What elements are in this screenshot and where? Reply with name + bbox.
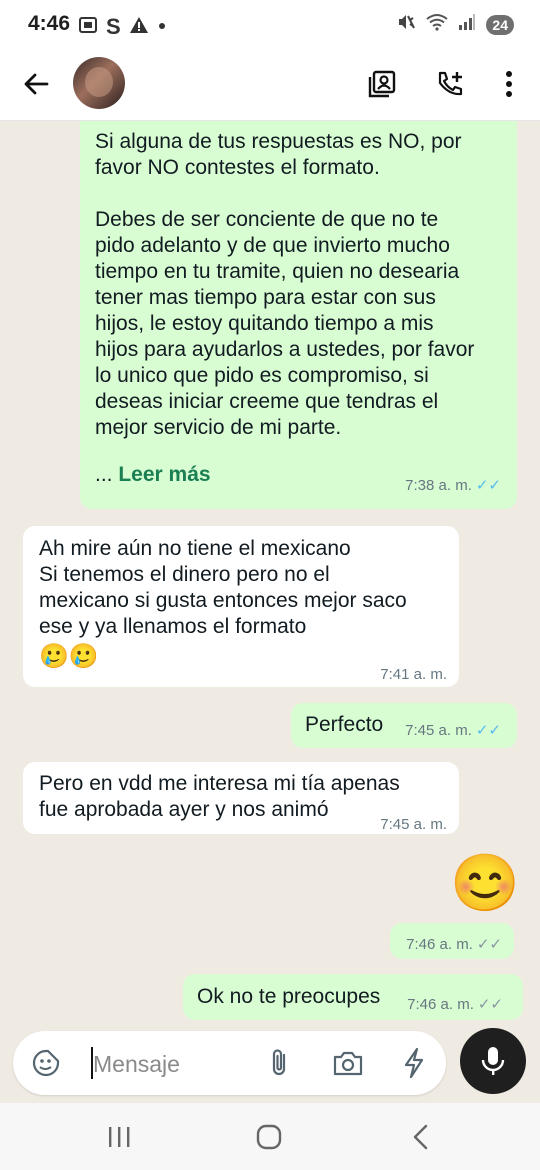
message-text: Ok no te preocupes xyxy=(197,985,381,1008)
message-time: 7:45 a. m. xyxy=(380,816,447,833)
back-arrow-icon[interactable] xyxy=(18,66,54,102)
message-line: lo unico que pido es compromiso, si xyxy=(95,364,429,387)
message-list[interactable]: Si alguna de tus respuestas es NO, por f… xyxy=(0,121,540,1029)
message-input[interactable]: Mensaje xyxy=(93,1051,180,1078)
message-line: Si alguna de tus respuestas es NO, por xyxy=(95,130,462,153)
message-line: fue aprobada ayer y nos animó xyxy=(39,798,329,821)
mic-icon[interactable] xyxy=(460,1028,526,1094)
message-line: Ah mire aún no tiene el mexicano xyxy=(39,537,351,560)
mute-icon xyxy=(396,12,416,37)
recents-icon[interactable] xyxy=(99,1119,139,1155)
warning-icon xyxy=(129,15,149,40)
message-composer[interactable]: Mensaje xyxy=(13,1031,446,1095)
back-icon[interactable] xyxy=(401,1119,441,1155)
s-icon: S xyxy=(106,14,121,39)
message-line: Debes de ser conciente de que no te xyxy=(95,208,439,231)
message-time: 7:46 a. m. xyxy=(407,996,474,1013)
message-outgoing[interactable]: Perfecto 7:45 a. m. ✓✓ xyxy=(291,703,517,748)
avatar[interactable] xyxy=(73,57,125,109)
message-line: hijos, le estoy quitando tiempo a mis xyxy=(95,312,434,335)
message-emoji: 🥲🥲 xyxy=(39,643,99,670)
contact-card-icon[interactable] xyxy=(362,64,402,104)
sticker-icon[interactable] xyxy=(31,1048,61,1083)
status-time: 4:46 xyxy=(28,12,71,35)
message-line: Pero en vdd me interesa mi tía apenas xyxy=(39,772,400,795)
lightning-icon[interactable] xyxy=(402,1047,426,1084)
read-ticks-icon: ✓✓ xyxy=(475,477,501,494)
attach-icon[interactable] xyxy=(267,1047,291,1084)
message-outgoing[interactable]: 7:46 a. m. ✓✓ xyxy=(390,923,514,959)
message-line: mejor servicio de mi parte. xyxy=(95,416,342,439)
read-more-link[interactable]: Leer más xyxy=(118,463,210,486)
message-line: mexicano si gusta entonces mejor saco xyxy=(39,589,407,612)
message-time: 7:41 a. m. xyxy=(380,666,447,683)
dot-icon xyxy=(157,18,167,36)
battery-indicator: 24 xyxy=(486,14,514,35)
delivered-ticks-icon: ✓✓ xyxy=(477,996,503,1013)
message-time: 7:46 a. m. xyxy=(406,936,473,953)
message-line: Si tenemos el dinero pero no el xyxy=(39,563,330,586)
system-nav-bar xyxy=(0,1103,540,1170)
message-line: tiempo en tu tramite, quien no desearia xyxy=(95,260,460,283)
message-text: Perfecto xyxy=(305,713,384,736)
add-call-icon[interactable] xyxy=(430,64,470,104)
read-more-ellipsis: ... xyxy=(95,463,113,486)
delivered-ticks-icon: ✓✓ xyxy=(476,936,502,953)
signal-icon xyxy=(458,13,476,36)
message-time: 7:45 a. m. xyxy=(405,722,472,739)
screenshot-icon xyxy=(78,15,98,40)
chat-header xyxy=(0,50,540,121)
read-ticks-icon: ✓✓ xyxy=(475,722,501,739)
message-incoming[interactable]: Ah mire aún no tiene el mexicano Si tene… xyxy=(23,526,459,687)
message-line: deseas iniciar creeme que tendras el xyxy=(95,390,439,413)
message-incoming[interactable]: Pero en vdd me interesa mi tía apenas fu… xyxy=(23,762,459,834)
home-icon[interactable] xyxy=(249,1119,289,1155)
message-line: hijos para ayudarlos a ustedes, por favo… xyxy=(95,338,475,361)
camera-icon[interactable] xyxy=(332,1048,364,1083)
message-line: pido adelanto y de que invierto mucho xyxy=(95,234,450,257)
status-bar: 4:46 S 24 xyxy=(0,0,540,50)
message-line: favor NO contestes el formato. xyxy=(95,156,380,179)
more-vert-icon[interactable] xyxy=(489,64,529,104)
message-outgoing[interactable]: Ok no te preocupes 7:46 a. m. ✓✓ xyxy=(183,974,523,1020)
message-line: ese y ya llenamos el formato xyxy=(39,615,307,638)
message-line xyxy=(95,181,474,207)
message-time: 7:38 a. m. xyxy=(405,477,472,494)
message-outgoing[interactable]: Si alguna de tus respuestas es NO, por f… xyxy=(80,121,517,509)
message-emoji[interactable]: 😊 xyxy=(450,848,520,918)
message-line: tener mas tiempo para estar con sus xyxy=(95,286,436,309)
wifi-icon xyxy=(426,13,449,36)
